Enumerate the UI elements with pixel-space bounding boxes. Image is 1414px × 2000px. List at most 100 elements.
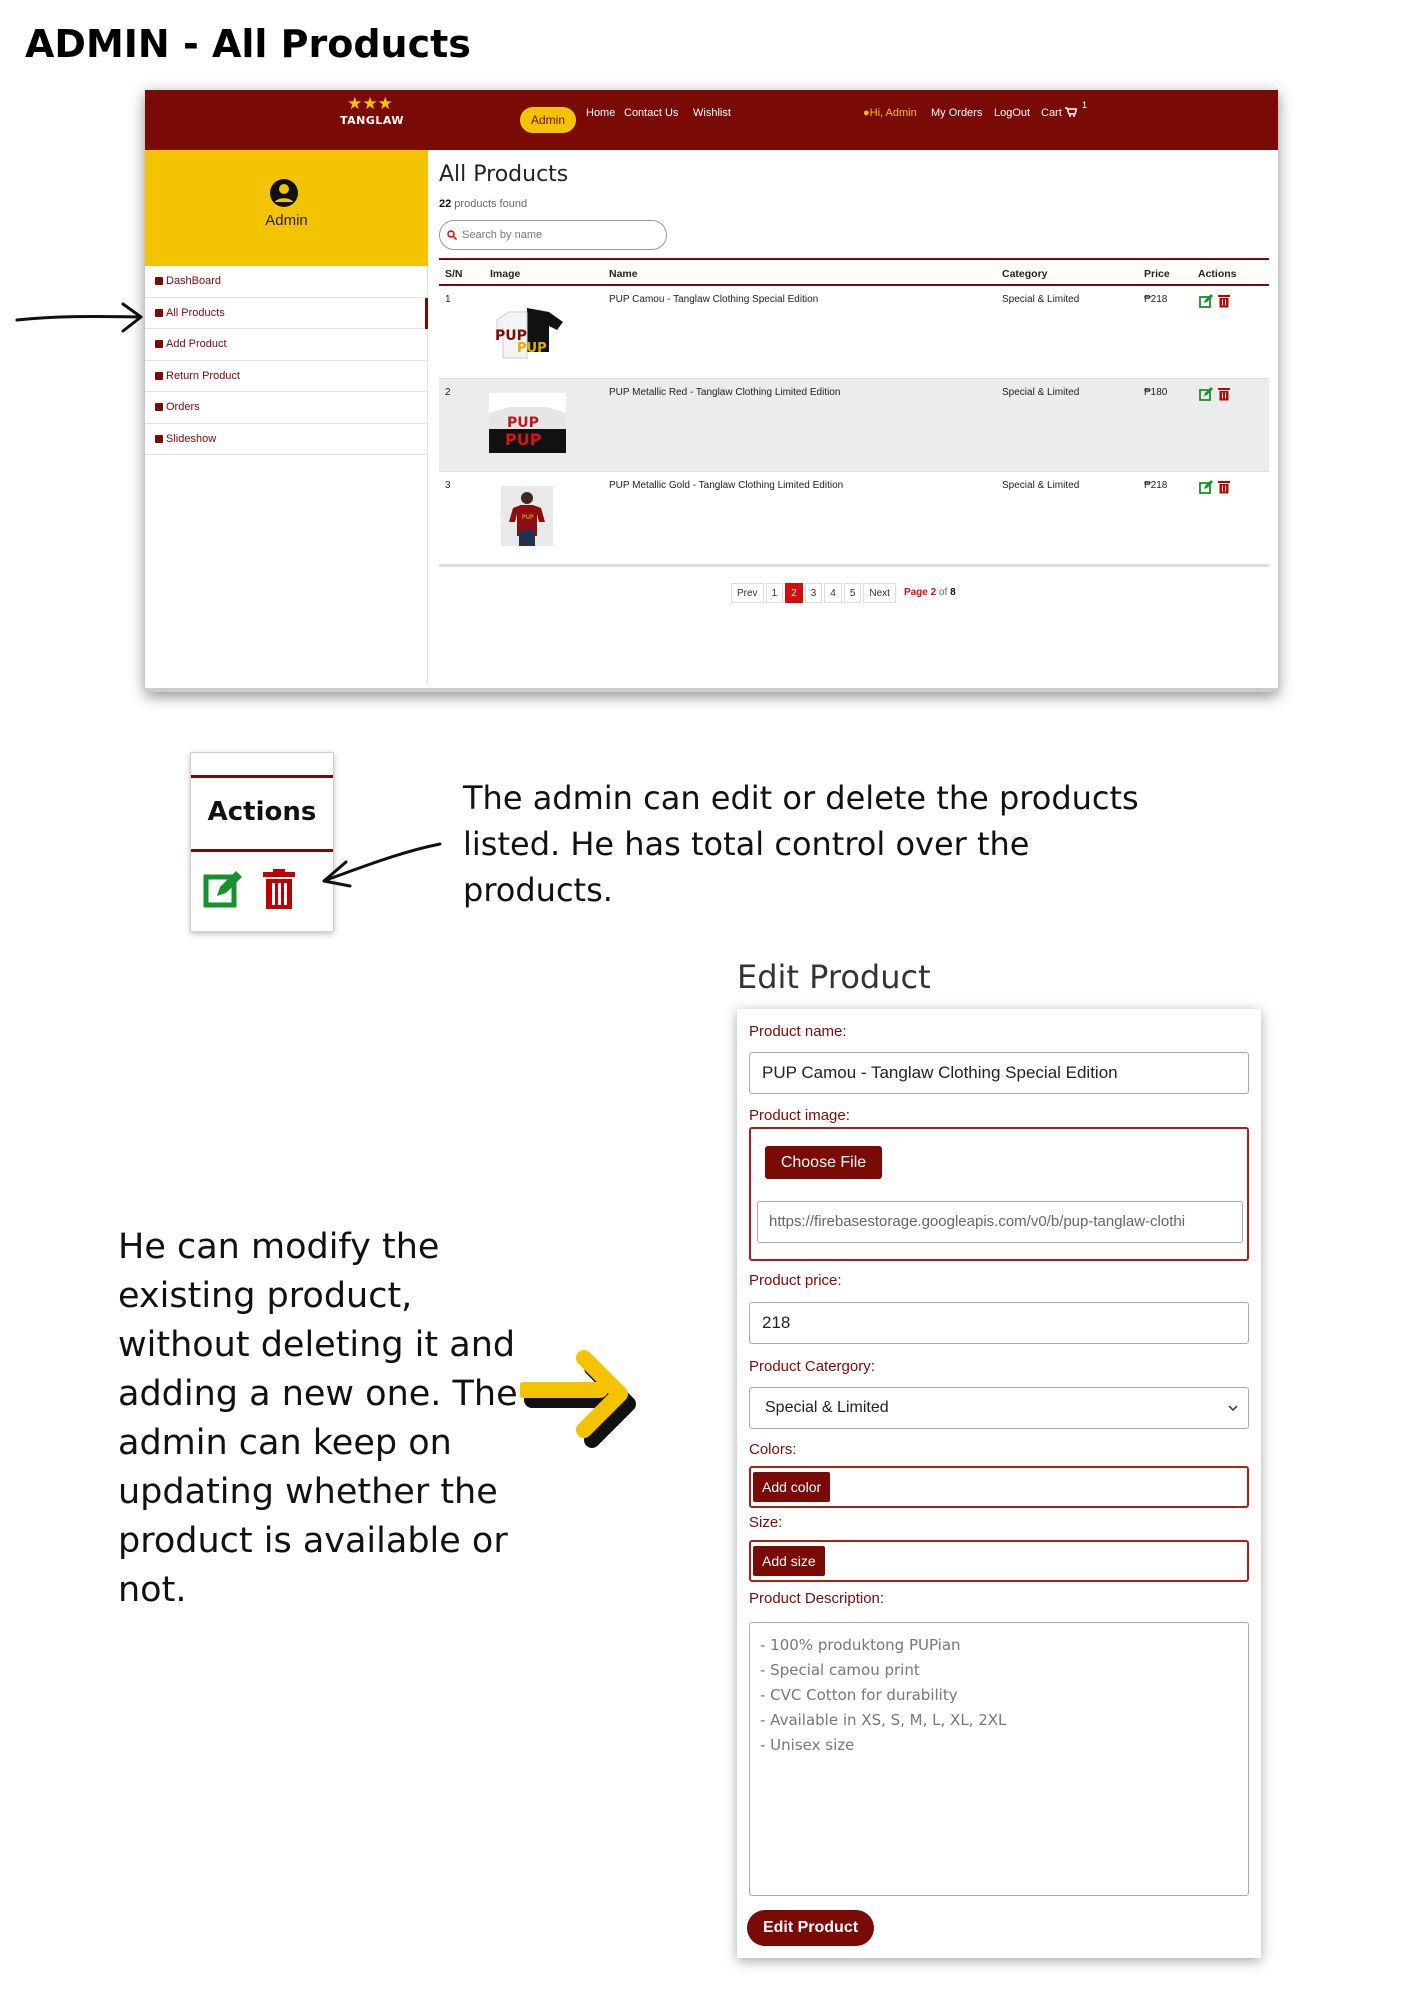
row-sn: 1 — [445, 294, 451, 305]
svg-text:PUP: PUP — [522, 514, 534, 521]
description-line: - Available in XS, S, M, L, XL, 2XL — [760, 1711, 1007, 1729]
edit-icon[interactable] — [1199, 480, 1213, 494]
right-arrow-icon — [520, 1350, 636, 1448]
actions-header: Actions — [207, 797, 317, 827]
page-info: Page 2 of 8 — [903, 587, 956, 598]
delete-icon[interactable] — [261, 869, 297, 909]
product-thumbnail: PUP — [501, 486, 553, 546]
product-description-label: Product Description: — [749, 1590, 885, 1607]
nav-home-link[interactable]: Home — [586, 107, 615, 119]
header-top-rule — [191, 775, 333, 778]
search-icon — [447, 230, 457, 240]
page-button[interactable]: 3 — [804, 583, 823, 603]
edit-icon[interactable] — [1199, 387, 1213, 401]
sidebar-item-all-products[interactable]: All Products — [145, 297, 428, 329]
tanglaw-logo[interactable]: ★★★ TANGLAW — [340, 94, 405, 146]
sidebar-item-add-product[interactable]: Add Product — [145, 329, 428, 361]
table-row: 3 PUP PUP Metallic Gold - Tanglaw Clothi… — [439, 472, 1269, 565]
add-color-button[interactable]: Add color — [753, 1472, 831, 1502]
page-button[interactable]: 1 — [765, 583, 784, 603]
cart-icon — [1064, 107, 1078, 117]
logo-text: TANGLAW — [340, 114, 405, 127]
sidebar-item-orders[interactable]: Orders — [145, 392, 428, 424]
product-name-input[interactable]: PUP Camou - Tanglaw Clothing Special Edi… — [749, 1052, 1249, 1094]
header-bottom-rule — [191, 849, 333, 852]
table-header: S/N Image Name Category Price Actions — [439, 258, 1269, 286]
row-category: Special & Limited — [1002, 294, 1080, 305]
cart-link[interactable]: Cart — [1041, 107, 1078, 119]
size-group: Add size — [749, 1540, 1249, 1582]
column-header: Price — [1144, 268, 1170, 280]
my-orders-link[interactable]: My Orders — [931, 107, 982, 119]
row-sn: 3 — [445, 480, 451, 491]
svg-text:PUP: PUP — [505, 430, 542, 449]
colors-label: Colors: — [749, 1441, 797, 1458]
image-url-input[interactable]: https://firebasestorage.googleapis.com/v… — [757, 1201, 1243, 1243]
logout-link[interactable]: LogOut — [994, 107, 1030, 119]
description-line: - Special camou print — [760, 1661, 920, 1679]
prev-page-button[interactable]: Prev — [731, 583, 764, 603]
description-line: - 100% produktong PUPian — [760, 1636, 961, 1654]
svg-text:PUP: PUP — [517, 341, 547, 356]
edit-product-title: Edit Product — [737, 958, 931, 996]
product-category-select[interactable]: Special & Limited — [749, 1387, 1249, 1429]
caption-actions: The admin can edit or delete the product… — [463, 779, 1139, 909]
row-sn: 2 — [445, 387, 451, 398]
sidebar-item-slideshow[interactable]: Slideshow — [145, 424, 428, 455]
edit-product-button[interactable]: Edit Product — [747, 1910, 874, 1946]
product-price-input[interactable]: 218 — [749, 1302, 1249, 1344]
row-name: PUP Metallic Red - Tanglaw Clothing Limi… — [609, 387, 841, 398]
table-row: 2 PUP PUP PUP Metallic Red - Tanglaw Clot… — [439, 379, 1269, 472]
edit-icon[interactable] — [1199, 294, 1213, 308]
sidebar-item-dashboard[interactable]: DashBoard — [145, 266, 428, 298]
return-icon — [155, 371, 163, 380]
nav-wishlist-link[interactable]: Wishlist — [693, 107, 731, 119]
next-page-button[interactable]: Next — [863, 583, 896, 603]
product-image-label: Product image: — [749, 1107, 850, 1124]
delete-icon[interactable] — [1217, 480, 1231, 494]
current-page-button[interactable]: 2 — [785, 583, 803, 603]
products-icon — [155, 308, 163, 317]
edit-icon[interactable] — [203, 869, 243, 909]
column-header: Actions — [1198, 268, 1237, 280]
page-button[interactable]: 4 — [824, 583, 842, 603]
admin-button[interactable]: Admin — [520, 107, 576, 133]
column-header: Category — [1002, 268, 1048, 280]
sidebar-menu: DashBoard All Products Add Product Retur… — [145, 266, 428, 455]
sidebar-profile: Admin — [145, 150, 428, 266]
product-image-group: Choose File https://firebasestorage.goog… — [749, 1127, 1249, 1261]
delete-icon[interactable] — [1217, 387, 1231, 401]
sidebar-item-return-product[interactable]: Return Product — [145, 361, 428, 392]
screenshot-bottom-edge — [145, 688, 1278, 692]
nav-contact-link[interactable]: Contact Us — [624, 107, 678, 119]
delete-icon[interactable] — [1217, 294, 1231, 308]
edit-product-form: Product name: PUP Camou - Tanglaw Clothi… — [737, 1009, 1261, 1958]
row-name: PUP Metallic Gold - Tanglaw Clothing Lim… — [609, 480, 844, 491]
page-title: All Products — [439, 162, 569, 187]
add-size-button[interactable]: Add size — [753, 1546, 825, 1576]
user-greeting[interactable]: ●Hi, Admin — [863, 107, 917, 119]
product-thumbnail: PUP PUP — [489, 300, 566, 360]
table-row: 1 PUP PUP PUP Camou - Tanglaw Clothing Sp… — [439, 286, 1269, 379]
product-name-label: Product name: — [749, 1023, 847, 1040]
description-line: - Unisex size — [760, 1736, 855, 1754]
size-label: Size: — [749, 1514, 783, 1531]
page-button[interactable]: 5 — [843, 583, 862, 603]
pointer-arrow-icon — [322, 842, 442, 888]
row-price: ₱218 — [1144, 294, 1168, 305]
product-category-label: Product Catergory: — [749, 1358, 875, 1375]
row-price: ₱180 — [1144, 387, 1168, 398]
product-description-textarea[interactable]: - 100% produktong PUPian - Special camou… — [749, 1622, 1249, 1896]
search-input[interactable]: Search by name — [439, 220, 667, 250]
top-navbar: ★★★ TANGLAW Admin Home Contact Us Wishli… — [145, 90, 1278, 150]
column-header: S/N — [445, 268, 463, 280]
pointer-arrow-icon — [15, 302, 143, 333]
row-name: PUP Camou - Tanglaw Clothing Special Edi… — [609, 294, 819, 305]
caption-edit: He can modify the existing product, with… — [118, 1227, 518, 1610]
sidebar-user-label: Admin — [265, 212, 308, 229]
dashboard-icon — [155, 277, 163, 285]
row-category: Special & Limited — [1002, 480, 1080, 491]
choose-file-button[interactable]: Choose File — [765, 1146, 882, 1179]
column-header: Name — [609, 268, 638, 280]
orders-icon — [155, 403, 163, 411]
